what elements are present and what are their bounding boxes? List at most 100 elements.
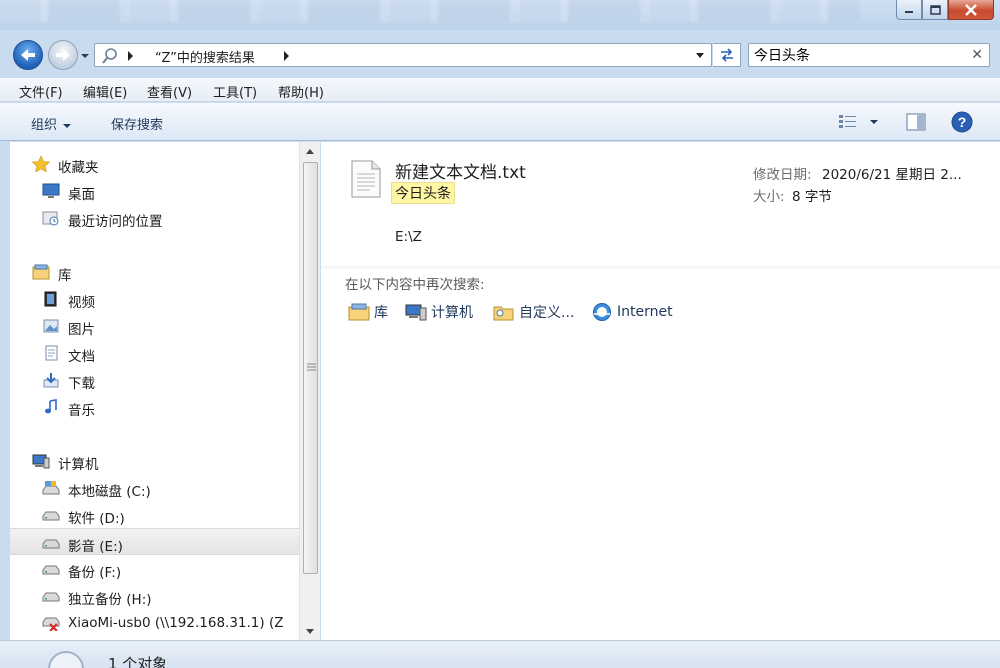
scroll-up-arrow-icon[interactable] [306, 149, 314, 154]
scroll-thumb[interactable] [303, 162, 318, 574]
search-again-computer[interactable]: 计算机 [405, 302, 473, 322]
drive-icon [42, 511, 60, 521]
nav-label: 文档 [68, 349, 95, 365]
status-bar: 1 个对象 [0, 640, 1000, 668]
file-name[interactable]: 新建文本文档.txt [395, 158, 526, 183]
chevron-down-icon [81, 54, 89, 58]
libraries-icon [32, 264, 50, 280]
disconnected-network-drive-icon [42, 617, 60, 631]
nav-item-music[interactable]: 音乐 [10, 393, 299, 420]
forward-button[interactable] [48, 40, 78, 70]
maximize-icon [930, 4, 941, 15]
svg-text:?: ? [958, 114, 967, 130]
drive-icon [42, 592, 60, 602]
nav-item-libraries[interactable]: 库 [10, 258, 299, 285]
drive-icon [42, 565, 60, 575]
menu-tools[interactable]: 工具(T) [213, 82, 257, 101]
nav-item-drive-e[interactable]: 影音 (E:) [10, 528, 299, 555]
nav-label: 图片 [68, 322, 95, 338]
scroll-down-arrow-icon[interactable] [306, 629, 314, 634]
nav-label: 收藏夹 [58, 160, 99, 176]
text-file-icon [351, 160, 381, 198]
nav-item-desktop[interactable]: 桌面 [10, 177, 299, 204]
save-search-button[interactable]: 保存搜索 [111, 114, 163, 133]
back-button[interactable] [13, 40, 43, 70]
navigation-scrollbar[interactable] [299, 142, 320, 640]
nav-label: 最近访问的位置 [68, 214, 163, 230]
file-path: E:\Z [395, 229, 422, 245]
nav-item-computer[interactable]: 计算机 [10, 447, 299, 474]
search-again-libraries[interactable]: 库 [348, 302, 388, 322]
search-again-label: 自定义... [519, 305, 575, 321]
video-icon [44, 291, 57, 307]
preview-pane-icon[interactable] [906, 112, 926, 132]
nav-label: 影音 (E:) [68, 539, 123, 555]
arrow-right-icon [56, 49, 70, 61]
nav-label: 音乐 [68, 403, 95, 419]
menu-view[interactable]: 查看(V) [147, 82, 192, 101]
help-icon[interactable]: ? [951, 111, 973, 133]
nav-item-recent[interactable]: 最近访问的位置 [10, 204, 299, 231]
size-label: 大小: [753, 189, 785, 205]
organize-button[interactable]: 组织 [31, 114, 72, 133]
chevron-down-icon[interactable] [869, 119, 879, 125]
history-dropdown[interactable] [80, 50, 90, 60]
divider [321, 266, 1000, 270]
grip-icon [307, 363, 316, 371]
address-bar[interactable]: “Z”中的搜索结果 [94, 43, 712, 67]
refresh-button[interactable] [713, 43, 741, 67]
minimize-icon [905, 10, 913, 13]
nav-item-favorites[interactable]: 收藏夹 [10, 150, 299, 177]
organize-label: 组织 [31, 118, 58, 133]
close-button[interactable] [948, 0, 994, 20]
nav-label: 本地磁盘 (C:) [68, 484, 151, 500]
modified-label: 修改日期: [753, 167, 812, 183]
nav-item-documents[interactable]: 文档 [10, 339, 299, 366]
nav-label: XiaoMi-usb0 (\\192.168.31.1) (Z [68, 615, 284, 631]
breadcrumb-segment[interactable]: “Z”中的搜索结果 [155, 47, 255, 66]
search-again-label: Internet [617, 304, 673, 320]
close-icon [965, 3, 977, 16]
search-again-custom[interactable]: 自定义... [493, 302, 574, 322]
search-again-internet[interactable]: Internet [591, 302, 673, 322]
nav-label: 计算机 [58, 457, 99, 473]
blurred-background [0, 0, 860, 22]
nav-item-pictures[interactable]: 图片 [10, 312, 299, 339]
breadcrumb-arrow-icon[interactable] [127, 51, 135, 61]
breadcrumb-arrow-icon[interactable] [283, 51, 291, 61]
computer-icon [32, 454, 50, 469]
nav-item-videos[interactable]: 视频 [10, 285, 299, 312]
command-bar: 组织 保存搜索 ? [0, 103, 1000, 141]
clear-search-icon[interactable]: ✕ [971, 47, 983, 63]
search-again-heading: 在以下内容中再次搜索: [345, 277, 485, 293]
window-controls [896, 0, 994, 20]
menu-edit[interactable]: 编辑(E) [83, 82, 127, 101]
menu-bar: 文件(F) 编辑(E) 查看(V) 工具(T) 帮助(H) [0, 78, 1000, 102]
libraries-icon [348, 303, 370, 321]
nav-item-downloads[interactable]: 下载 [10, 366, 299, 393]
drive-icon [42, 539, 60, 549]
refresh-icon [720, 48, 733, 62]
nav-item-drive-h[interactable]: 独立备份 (H:) [10, 582, 299, 609]
recent-places-icon [42, 211, 59, 226]
chevron-down-icon[interactable] [695, 52, 705, 60]
nav-label: 软件 (D:) [68, 511, 125, 527]
menu-help[interactable]: 帮助(H) [278, 82, 324, 101]
menu-file[interactable]: 文件(F) [19, 82, 63, 101]
search-box[interactable]: ✕ [748, 43, 990, 67]
nav-item-network-drive[interactable]: XiaoMi-usb0 (\\192.168.31.1) (Z [10, 609, 299, 636]
search-icon [102, 48, 117, 64]
nav-item-drive-f[interactable]: 备份 (F:) [10, 555, 299, 582]
search-input[interactable] [754, 46, 964, 64]
view-options-icon[interactable] [838, 113, 858, 131]
computer-icon [405, 304, 427, 321]
title-bar [0, 0, 1000, 30]
minimize-button[interactable] [896, 0, 922, 20]
modified-value: 2020/6/21 星期日 2... [822, 167, 962, 183]
search-status-icon [48, 651, 84, 668]
nav-item-drive-d[interactable]: 软件 (D:) [10, 501, 299, 528]
size-value: 8 字节 [792, 189, 832, 205]
nav-label: 视频 [68, 295, 95, 311]
nav-item-drive-c[interactable]: 本地磁盘 (C:) [10, 474, 299, 501]
maximize-button[interactable] [922, 0, 948, 20]
